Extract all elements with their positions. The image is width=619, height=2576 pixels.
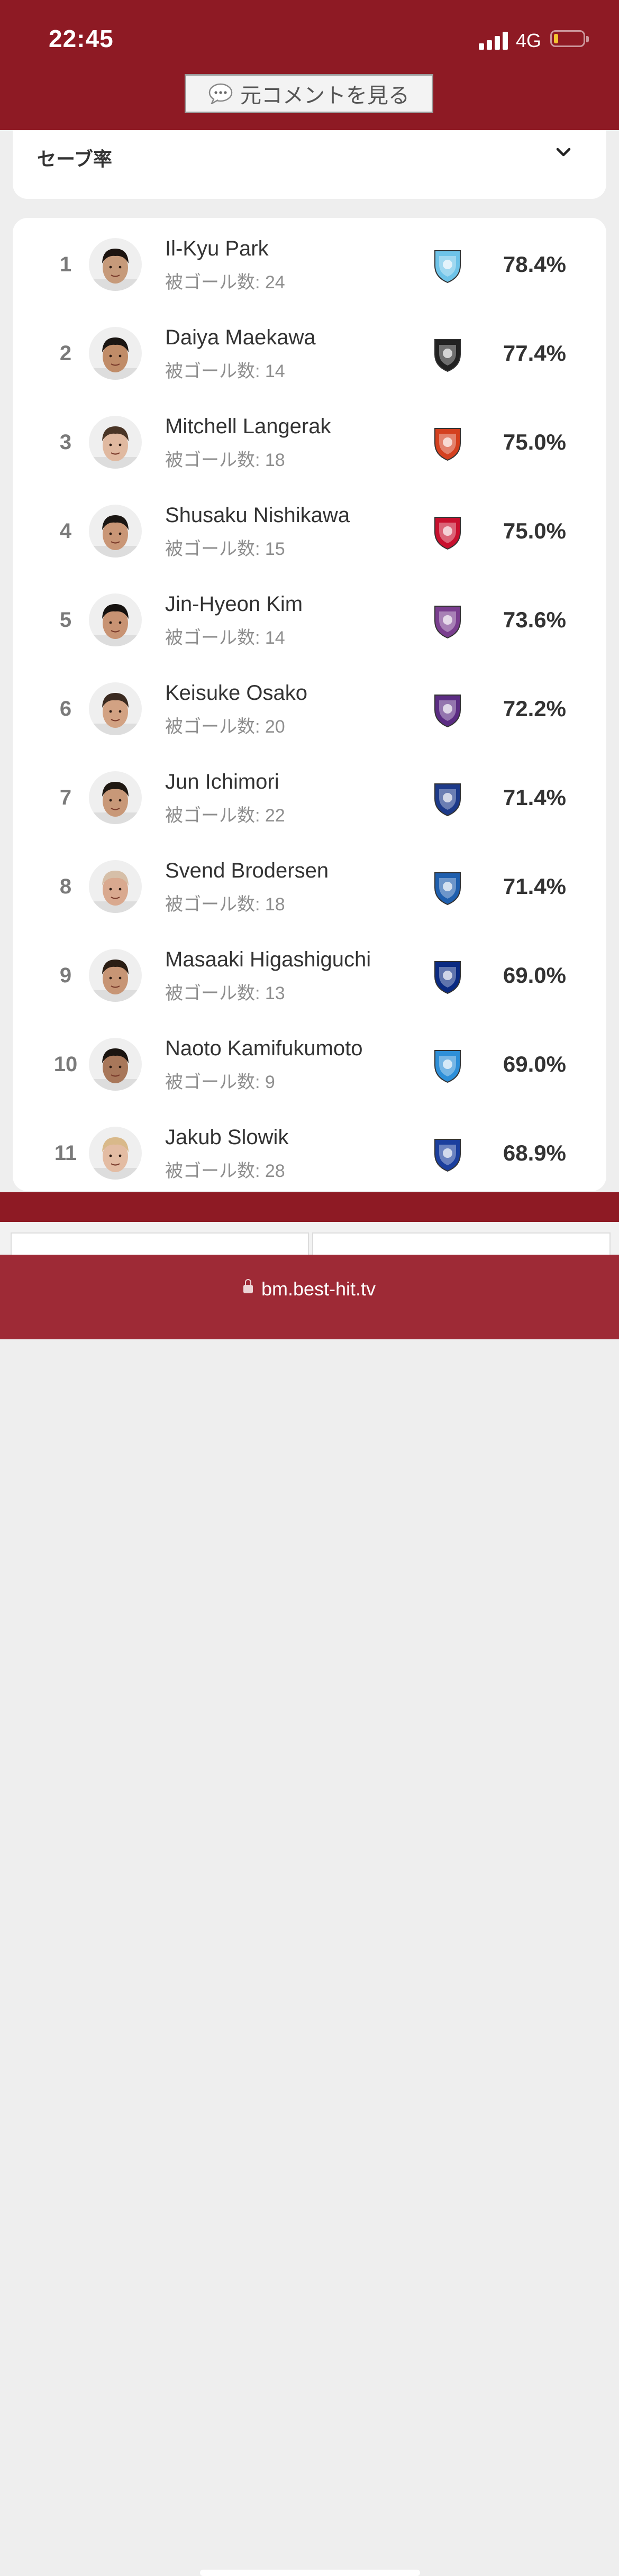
save-rate: 69.0%	[503, 1052, 566, 1076]
player-name: Jun Ichimori	[165, 770, 279, 793]
save-rate: 78.4%	[503, 252, 566, 277]
metric-selector-label: セーブ率	[37, 148, 112, 170]
footer-bar	[0, 1192, 619, 1222]
lock-icon	[243, 1279, 253, 1294]
speech-bubble-icon	[208, 83, 233, 106]
save-rate: 71.4%	[503, 785, 566, 810]
app-header: 22:45 4G 元コメントを見る	[0, 0, 619, 130]
save-rate: 72.2%	[503, 696, 566, 721]
ranking-row[interactable]: 1 Il-Kyu Park 被ゴール数: 24 78.4%	[13, 220, 606, 309]
save-rate: 77.4%	[503, 341, 566, 366]
goals-conceded: 被ゴール数: 18	[165, 894, 285, 915]
club-crest-icon	[429, 1135, 467, 1173]
goals-conceded: 被ゴール数: 18	[165, 450, 285, 470]
goals-conceded: 被ゴール数: 15	[165, 539, 285, 559]
club-crest-icon	[429, 424, 467, 462]
player-name: Mitchell Langerak	[165, 415, 331, 438]
rank-number: 3	[59, 430, 72, 454]
address-text: bm.best-hit.tv	[0, 1278, 619, 1300]
player-avatar	[89, 505, 142, 558]
ranking-row[interactable]: 6 Keisuke Osako 被ゴール数: 20 72.2%	[13, 664, 606, 753]
save-rate: 71.4%	[503, 874, 566, 899]
player-avatar	[89, 1038, 142, 1091]
club-crest-icon	[429, 246, 467, 285]
save-rate: 68.9%	[503, 1140, 566, 1165]
save-rate: 73.6%	[503, 607, 566, 632]
url-label: bm.best-hit.tv	[261, 1278, 376, 1300]
rank-number: 1	[59, 252, 72, 276]
club-crest-icon	[429, 957, 467, 995]
goals-conceded: 被ゴール数: 9	[165, 1072, 275, 1092]
player-name: Jin-Hyeon Kim	[165, 592, 303, 616]
ranking-row[interactable]: 11 Jakub Slowik 被ゴール数: 28 68.9%	[13, 1109, 606, 1191]
player-avatar	[89, 416, 142, 469]
player-name: Jakub Slowik	[165, 1126, 289, 1149]
player-avatar	[89, 682, 142, 735]
metric-selector[interactable]: セーブ率	[13, 130, 606, 199]
club-crest-icon	[429, 780, 467, 818]
player-avatar	[89, 327, 142, 380]
ranking-row[interactable]: 3 Mitchell Langerak 被ゴール数: 18 75.0%	[13, 398, 606, 487]
club-crest-icon	[429, 602, 467, 640]
player-avatar	[89, 771, 142, 824]
ranking-row[interactable]: 4 Shusaku Nishikawa 被ゴール数: 15 75.0%	[13, 487, 606, 576]
ranking-row[interactable]: 5 Jin-Hyeon Kim 被ゴール数: 14 73.6%	[13, 576, 606, 664]
rank-number: 10	[53, 1052, 78, 1076]
rank-number: 2	[59, 341, 72, 365]
goals-conceded: 被ゴール数: 14	[165, 628, 285, 648]
player-avatar	[89, 238, 142, 291]
rank-number: 6	[59, 697, 72, 720]
save-rate: 69.0%	[503, 963, 566, 988]
save-rate: 75.0%	[503, 430, 566, 454]
ranking-row[interactable]: 7 Jun Ichimori 被ゴール数: 22 71.4%	[13, 753, 606, 842]
battery-icon	[550, 30, 589, 47]
player-name: Il-Kyu Park	[165, 237, 269, 260]
rank-number: 7	[59, 785, 72, 809]
chevron-down-icon	[556, 148, 571, 157]
player-avatar	[89, 1127, 142, 1180]
home-indicator[interactable]	[200, 2570, 420, 2576]
goals-conceded: 被ゴール数: 20	[165, 717, 285, 737]
ranking-row[interactable]: 10 Naoto Kamifukumoto 被ゴール数: 9 69.0%	[13, 1020, 606, 1109]
rank-number: 8	[59, 874, 72, 898]
player-avatar	[89, 860, 142, 913]
player-name: Daiya Maekawa	[165, 326, 316, 349]
club-crest-icon	[429, 691, 467, 729]
goals-conceded: 被ゴール数: 13	[165, 983, 285, 1003]
player-name: Naoto Kamifukumoto	[165, 1037, 363, 1060]
goals-conceded: 被ゴール数: 22	[165, 806, 285, 826]
ranking-row[interactable]: 2 Daiya Maekawa 被ゴール数: 14 77.4%	[13, 309, 606, 398]
cellular-signal-icon	[479, 31, 509, 50]
player-avatar	[89, 593, 142, 646]
club-crest-icon	[429, 513, 467, 551]
club-crest-icon	[429, 869, 467, 907]
ranking-row[interactable]: 8 Svend Brodersen 被ゴール数: 18 71.4%	[13, 842, 606, 931]
player-avatar	[89, 949, 142, 1002]
goals-conceded: 被ゴール数: 24	[165, 272, 285, 293]
footer-panels	[0, 1222, 619, 1265]
player-name: Keisuke Osako	[165, 681, 308, 705]
player-name: Svend Brodersen	[165, 859, 329, 882]
player-name: Shusaku Nishikawa	[165, 504, 350, 527]
rank-number: 11	[54, 1141, 77, 1165]
status-time: 22:45	[49, 25, 114, 52]
player-name: Masaaki Higashiguchi	[165, 948, 371, 971]
goals-conceded: 被ゴール数: 28	[165, 1161, 285, 1181]
view-original-comment-label: 元コメントを見る	[240, 84, 409, 107]
network-type: 4G	[516, 30, 542, 51]
rank-number: 5	[59, 608, 72, 632]
rank-number: 9	[59, 963, 72, 987]
goals-conceded: 被ゴール数: 14	[165, 361, 285, 381]
club-crest-icon	[429, 1046, 467, 1084]
rank-number: 4	[59, 519, 72, 543]
browser-address-bar[interactable]: bm.best-hit.tv	[0, 1255, 619, 2576]
view-original-comment-button[interactable]: 元コメントを見る	[185, 74, 433, 113]
club-crest-icon	[429, 335, 467, 373]
save-rate: 75.0%	[503, 518, 566, 543]
ranking-row[interactable]: 9 Masaaki Higashiguchi 被ゴール数: 13 69.0%	[13, 931, 606, 1020]
ranking-list: 1 Il-Kyu Park 被ゴール数: 24 78.4% 2 Daiya Maekawa…	[13, 218, 606, 1191]
